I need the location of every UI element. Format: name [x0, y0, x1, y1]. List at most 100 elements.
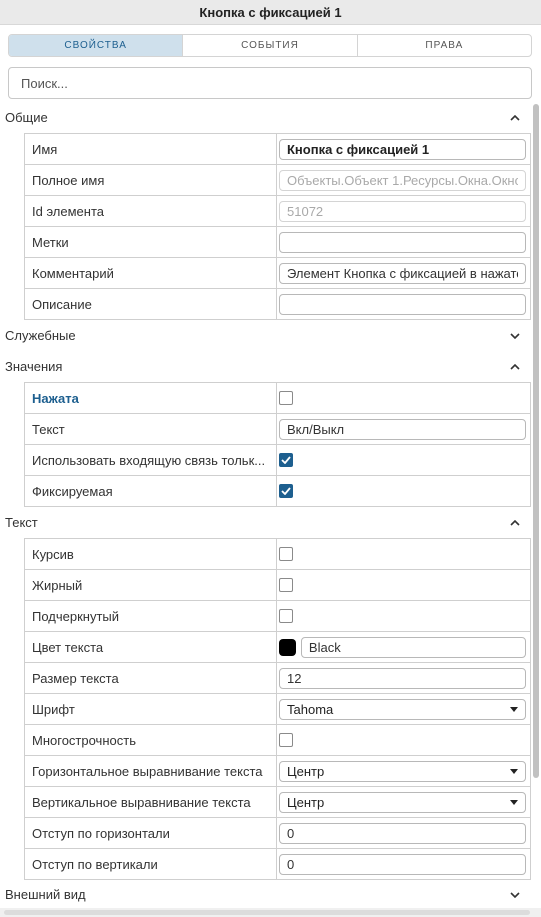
property-label: Нажата — [25, 383, 277, 413]
description-field[interactable] — [279, 293, 526, 315]
property-label: Цвет текста — [25, 632, 277, 662]
pressed-checkbox[interactable] — [279, 391, 293, 405]
text-field[interactable] — [279, 418, 526, 440]
name-field[interactable] — [279, 138, 526, 160]
property-row-text-size: Размер текста — [25, 663, 531, 694]
checkmark-icon — [281, 456, 291, 464]
tab-bar: СВОЙСТВА СОБЫТИЯ ПРАВА — [8, 34, 532, 57]
section-text-header[interactable]: Текст — [0, 507, 532, 538]
v-align-select[interactable]: Центр — [279, 791, 526, 813]
dropdown-arrow-icon — [510, 799, 518, 805]
full-name-field — [279, 169, 526, 191]
horizontal-scrollbar-thumb[interactable] — [4, 910, 530, 915]
vertical-scrollbar[interactable] — [532, 102, 540, 907]
underline-checkbox[interactable] — [279, 609, 293, 623]
property-row-pressed: Нажата — [25, 383, 531, 414]
values-properties-table: Нажата Текст Использовать входящую связь… — [24, 382, 531, 507]
property-row-fixable: Фиксируемая — [25, 476, 531, 507]
property-label: Подчеркнутый — [25, 601, 277, 631]
property-row-text-color: Цвет текста — [25, 632, 531, 663]
property-label: Жирный — [25, 570, 277, 600]
bold-checkbox[interactable] — [279, 578, 293, 592]
property-row-v-padding: Отступ по вертикали — [25, 849, 531, 880]
property-label: Отступ по горизонтали — [25, 818, 277, 848]
property-row-element-id: Id элемента — [25, 196, 531, 227]
property-row-h-align: Горизонтальное выравнивание текста Центр — [25, 756, 531, 787]
window-title: Кнопка с фиксацией 1 — [0, 0, 541, 25]
tags-field[interactable] — [279, 231, 526, 253]
text-size-field[interactable] — [279, 667, 526, 689]
property-row-font: Шрифт Tahoma — [25, 694, 531, 725]
section-service-title: Служебные — [5, 328, 76, 343]
property-label: Размер текста — [25, 663, 277, 693]
scrollbar-thumb[interactable] — [533, 104, 539, 778]
property-label: Отступ по вертикали — [25, 849, 277, 879]
property-row-v-align: Вертикальное выравнивание текста Центр — [25, 787, 531, 818]
property-row-use-incoming: Использовать входящую связь тольк... — [25, 445, 531, 476]
section-values-title: Значения — [5, 359, 63, 374]
property-label: Фиксируемая — [25, 476, 277, 506]
v-align-select-value: Центр — [287, 794, 325, 810]
chevron-up-icon[interactable] — [508, 111, 522, 125]
property-label: Курсив — [25, 539, 277, 569]
property-label: Метки — [25, 227, 277, 257]
property-row-tags: Метки — [25, 227, 531, 258]
property-row-underline: Подчеркнутый — [25, 601, 531, 632]
section-service-header[interactable]: Служебные — [0, 320, 532, 351]
v-padding-field[interactable] — [279, 853, 526, 875]
property-label: Использовать входящую связь тольк... — [25, 445, 277, 475]
chevron-down-icon[interactable] — [508, 329, 522, 343]
section-text-title: Текст — [5, 515, 38, 530]
checkmark-icon — [281, 487, 291, 495]
italic-checkbox[interactable] — [279, 547, 293, 561]
general-properties-table: Имя Полное имя Id элемента Метки Коммент… — [24, 133, 531, 320]
property-row-full-name: Полное имя — [25, 165, 531, 196]
property-label: Имя — [25, 134, 277, 164]
element-id-field — [279, 200, 526, 222]
property-row-bold: Жирный — [25, 570, 531, 601]
property-row-description: Описание — [25, 289, 531, 320]
section-appearance-header[interactable]: Внешний вид — [0, 879, 532, 907]
property-label: Полное имя — [25, 165, 277, 195]
property-label: Шрифт — [25, 694, 277, 724]
property-label: Комментарий — [25, 258, 277, 288]
property-row-italic: Курсив — [25, 539, 531, 570]
text-color-field[interactable] — [300, 636, 526, 658]
chevron-up-icon[interactable] — [508, 516, 522, 530]
fixable-checkbox[interactable] — [279, 484, 293, 498]
h-padding-field[interactable] — [279, 822, 526, 844]
property-label: Многострочность — [25, 725, 277, 755]
horizontal-scrollbar[interactable] — [0, 908, 541, 917]
font-select-value: Tahoma — [287, 701, 334, 717]
h-align-select[interactable]: Центр — [279, 760, 526, 782]
tab-properties[interactable]: СВОЙСТВА — [9, 35, 184, 56]
property-label: Горизонтальное выравнивание текста — [25, 756, 277, 786]
multiline-checkbox[interactable] — [279, 733, 293, 747]
section-general-title: Общие — [5, 110, 48, 125]
property-row-name: Имя — [25, 134, 531, 165]
tab-rights[interactable]: ПРАВА — [358, 35, 531, 56]
chevron-down-icon[interactable] — [508, 888, 522, 902]
property-label: Текст — [25, 414, 277, 444]
text-properties-table: Курсив Жирный Подчеркнутый Цвет текста Р… — [24, 538, 531, 880]
chevron-up-icon[interactable] — [508, 360, 522, 374]
font-select[interactable]: Tahoma — [279, 698, 526, 720]
search-input[interactable] — [8, 67, 532, 99]
section-appearance-title: Внешний вид — [5, 887, 86, 902]
comment-field[interactable] — [279, 262, 526, 284]
property-label: Вертикальное выравнивание текста — [25, 787, 277, 817]
property-row-multiline: Многострочность — [25, 725, 531, 756]
section-general-header[interactable]: Общие — [0, 102, 532, 133]
section-values-header[interactable]: Значения — [0, 351, 532, 382]
use-incoming-checkbox[interactable] — [279, 453, 293, 467]
property-label: Описание — [25, 289, 277, 319]
property-row-h-padding: Отступ по горизонтали — [25, 818, 531, 849]
color-swatch[interactable] — [279, 638, 296, 656]
property-row-comment: Комментарий — [25, 258, 531, 289]
h-align-select-value: Центр — [287, 763, 325, 779]
dropdown-arrow-icon — [510, 768, 518, 774]
property-row-text: Текст — [25, 414, 531, 445]
dropdown-arrow-icon — [510, 706, 518, 712]
tab-events[interactable]: СОБЫТИЯ — [183, 35, 358, 56]
properties-panel: Общие Имя Полное имя Id элемента Метки К… — [0, 102, 541, 907]
